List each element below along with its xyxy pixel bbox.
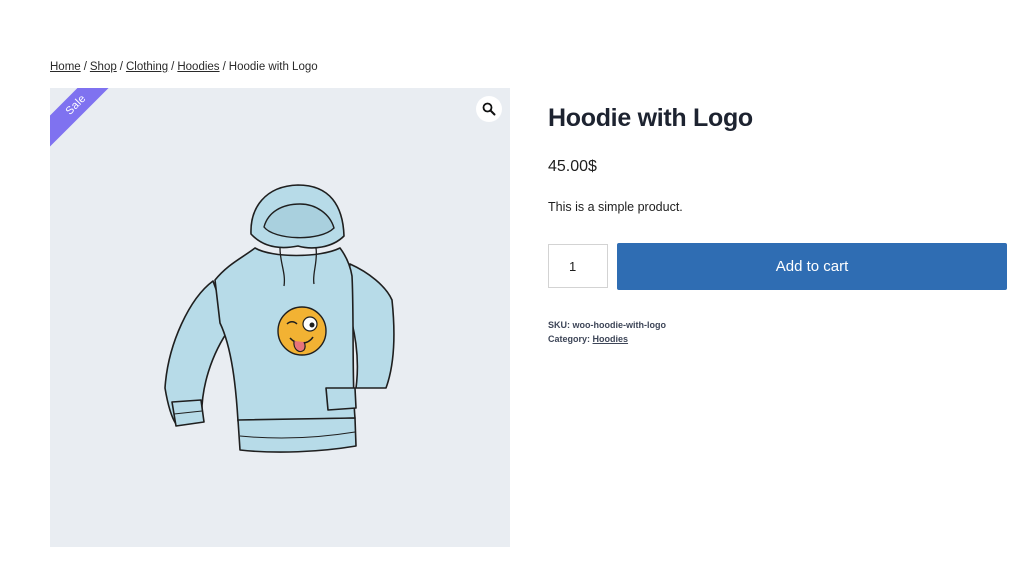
breadcrumb-separator: / (171, 61, 175, 73)
breadcrumb-shop-link[interactable]: Shop (90, 61, 117, 73)
category-link[interactable]: Hoodies (593, 334, 629, 344)
product-summary: Hoodie with Logo 45.00$ This is a simple… (548, 104, 1008, 344)
breadcrumb-clothing-link[interactable]: Clothing (126, 61, 168, 73)
sku-label: SKU: (548, 320, 570, 330)
sku-value: woo-hoodie-with-logo (572, 320, 666, 330)
product-meta: SKU: woo-hoodie-with-logo Category: Hood… (548, 318, 666, 346)
product-gallery: Sale (50, 88, 510, 547)
product-title: Hoodie with Logo (548, 104, 753, 132)
breadcrumb-separator: / (83, 61, 87, 73)
product-short-description: This is a simple product. (548, 200, 683, 214)
wink-emoji-logo (277, 306, 327, 356)
category-label: Category: (548, 334, 591, 344)
breadcrumb-hoodies-link[interactable]: Hoodies (177, 61, 219, 73)
breadcrumb: Home / Shop / Clothing / Hoodies / Hoodie with L… (50, 61, 318, 73)
product-image[interactable] (50, 88, 510, 547)
quantity-input[interactable] (548, 244, 608, 288)
breadcrumb-separator: / (119, 61, 123, 73)
search-icon (482, 102, 496, 116)
zoom-button[interactable] (476, 96, 502, 122)
add-to-cart-button[interactable]: Add to cart (617, 243, 1007, 290)
breadcrumb-current: Hoodie with Logo (228, 61, 318, 73)
category-row: Category: Hoodies (548, 332, 666, 346)
breadcrumb-separator: / (222, 61, 226, 73)
breadcrumb-home-link[interactable]: Home (50, 61, 81, 73)
sku-row: SKU: woo-hoodie-with-logo (548, 318, 666, 332)
product-price: 45.00$ (548, 158, 597, 175)
